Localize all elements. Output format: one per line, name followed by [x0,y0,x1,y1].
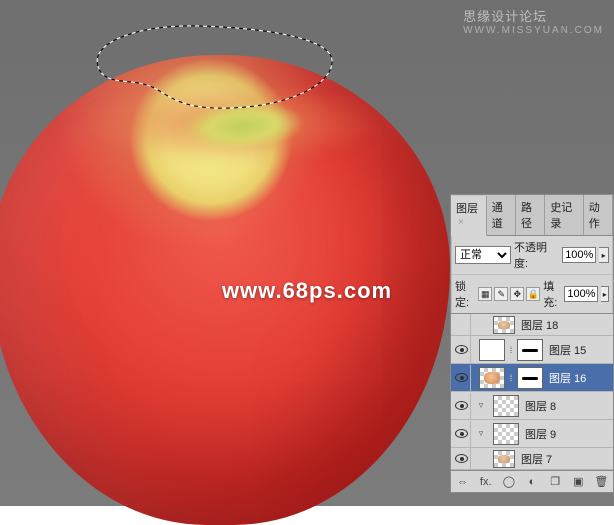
watermark-center: www.68ps.com [222,278,392,304]
tab-paths[interactable]: 路径 [516,195,545,235]
layer-mask-thumbnail[interactable] [517,339,543,361]
watermark-top-text: 思缘设计论坛 [463,9,547,24]
mask-link-icon[interactable]: ⁞ [507,345,515,355]
opacity-flyout-icon[interactable]: ▸ [599,247,609,263]
fill-input[interactable] [564,286,598,302]
visibility-toggle[interactable] [453,314,471,338]
layer-name[interactable]: 图层 18 [517,317,558,333]
panel-tab-strip: 图层 × 通道 路径 史记录 动作 [451,195,613,236]
fill-label: 填充: [543,278,561,310]
watermark-top: 思缘设计论坛 WWW.MISSYUAN.COM [463,6,604,36]
mask-link-icon[interactable]: ⁞ [507,373,515,383]
visibility-toggle[interactable] [453,365,471,391]
tab-layers[interactable]: 图层 × [451,196,487,236]
layer-row[interactable]: ▿ 图层 8 [451,392,613,420]
lock-fill-row: 锁定: ▦ ✎ ✥ 🔒 填充: ▸ [451,275,613,314]
visibility-toggle[interactable] [453,337,471,363]
tab-channels[interactable]: 通道 [487,195,516,235]
layer-row[interactable]: 图层 18 [451,314,613,336]
layer-name[interactable]: 图层 9 [521,426,556,442]
visibility-toggle[interactable] [453,393,471,419]
layer-thumbnail[interactable] [493,423,519,445]
opacity-label: 不透明度: [514,239,559,271]
new-group-icon[interactable]: ❐ [547,474,563,490]
layer-name[interactable]: 图层 7 [517,451,552,467]
link-layers-icon[interactable]: ⇔ [455,474,471,490]
lock-label: 锁定: [455,278,473,310]
layer-thumbnail[interactable] [493,395,519,417]
eye-icon [455,429,468,438]
lock-pixels-icon[interactable]: ✎ [494,287,508,301]
adjustment-layer-icon[interactable]: ◐ [524,474,540,490]
watermark-top-url: WWW.MISSYUAN.COM [463,25,604,36]
blend-opacity-row: 正常 不透明度: ▸ [451,236,613,275]
opacity-input[interactable] [562,247,596,263]
layer-name[interactable]: 图层 16 [545,370,586,386]
layer-thumbnail[interactable] [479,339,505,361]
fill-flyout-icon[interactable]: ▸ [601,286,609,302]
panel-footer: ⇔ fx. ◯ ◐ ❐ ▣ 🗑 [451,470,613,492]
nest-arrow-icon[interactable]: ▿ [473,400,491,411]
nest-arrow-icon[interactable]: ▿ [473,428,491,439]
tab-layers-label: 图层 [456,203,478,215]
layer-thumbnail[interactable] [493,450,515,468]
lock-transparency-icon[interactable]: ▦ [478,287,492,301]
blend-mode-select[interactable]: 正常 [455,246,511,264]
lock-position-icon[interactable]: ✥ [510,287,524,301]
tab-close-icon[interactable]: × [458,217,464,228]
eye-icon [455,401,468,410]
visibility-toggle[interactable] [453,421,471,447]
layer-row[interactable]: ⁞ 图层 15 [451,336,613,364]
visibility-toggle[interactable] [453,446,471,471]
layer-name[interactable]: 图层 8 [521,398,556,414]
eye-icon [455,373,468,382]
layer-thumbnail[interactable] [493,316,515,334]
layer-row-selected[interactable]: ⁞ 图层 16 [451,364,613,392]
layer-row[interactable]: 图层 7 [451,448,613,470]
lock-icon-group: ▦ ✎ ✥ 🔒 [478,287,540,301]
fx-icon[interactable]: fx. [478,474,494,490]
add-mask-icon[interactable]: ◯ [501,474,517,490]
delete-layer-icon[interactable]: 🗑 [593,474,609,490]
eye-icon [455,345,468,354]
canvas-workspace[interactable]: 思缘设计论坛 WWW.MISSYUAN.COM www.68ps.com 图层 ×… [0,0,614,506]
layer-list: 图层 18 ⁞ 图层 15 ⁞ 图层 16 ▿ [451,314,613,470]
lock-all-icon[interactable]: 🔒 [526,287,540,301]
layer-row[interactable]: ▿ 图层 9 [451,420,613,448]
layer-mask-thumbnail[interactable] [517,367,543,389]
tab-actions[interactable]: 动作 [584,195,613,235]
layers-panel: 图层 × 通道 路径 史记录 动作 正常 不透明度: ▸ 锁定: ▦ ✎ ✥ 🔒 … [450,194,614,493]
eye-icon [455,454,468,463]
layer-name[interactable]: 图层 15 [545,342,586,358]
new-layer-icon[interactable]: ▣ [570,474,586,490]
tab-history[interactable]: 史记录 [545,195,583,235]
layer-thumbnail[interactable] [479,367,505,389]
